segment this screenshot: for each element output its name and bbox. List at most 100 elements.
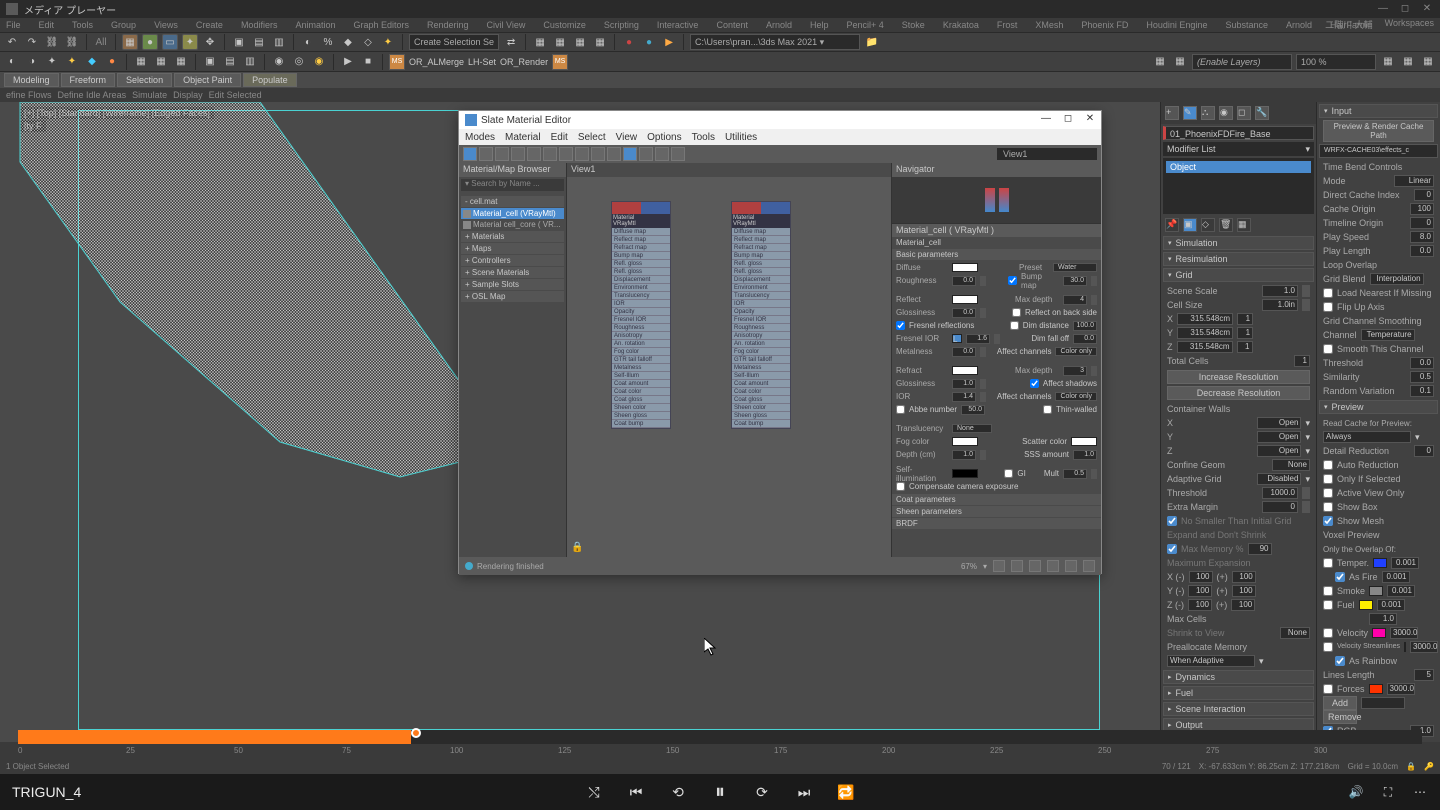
ribbon-tab[interactable]: Freeform (61, 73, 116, 87)
preview-cache-button[interactable]: Preview & Render Cache Path (1323, 120, 1434, 142)
t2a-icon[interactable]: ◐ (4, 54, 20, 70)
stack-show-icon[interactable]: ▣ (1183, 218, 1197, 232)
slate-s4-icon[interactable] (1047, 560, 1059, 572)
t2c-icon[interactable]: ✦ (44, 54, 60, 70)
more-icon[interactable]: ⋯ (1412, 784, 1428, 800)
menu-item[interactable]: Frost (997, 20, 1018, 30)
ribbon-subtab[interactable]: Define Idle Areas (58, 90, 127, 100)
slate-section-coat[interactable]: Coat parameters (892, 494, 1101, 505)
menu-item[interactable]: Create (196, 20, 223, 30)
workspace-user[interactable]: 二階川 大輔 (1325, 18, 1373, 31)
menu-item[interactable]: Rendering (427, 20, 469, 30)
menu-item[interactable]: Customize (543, 20, 586, 30)
slate-t6-icon[interactable] (543, 147, 557, 161)
menu-item[interactable]: Substance (1225, 20, 1268, 30)
layer1-icon[interactable]: ▦ (1152, 54, 1168, 70)
volume-icon[interactable]: 🔊 (1348, 784, 1364, 800)
forward-icon[interactable]: ⟳ (753, 783, 771, 801)
motion-tab-icon[interactable]: ◉ (1219, 106, 1233, 120)
stack-object[interactable]: Object (1166, 161, 1311, 173)
pause-icon[interactable]: ⏸ (711, 783, 729, 801)
slate-menu-item[interactable]: Options (647, 132, 681, 143)
slate-t5-icon[interactable] (527, 147, 541, 161)
snap2-icon[interactable]: ▤ (251, 34, 267, 50)
stack-config-icon[interactable]: ▦ (1237, 218, 1251, 232)
slate-t13-icon[interactable] (655, 147, 669, 161)
fullscreen-icon[interactable]: ⛶ (1380, 784, 1396, 800)
project-path[interactable]: C:\Users\pran...\3ds Max 2021 ▾ (690, 34, 860, 50)
material-node[interactable]: MaterialVRayMtlDiffuse mapReflect mapRef… (731, 201, 791, 429)
rollout-fuel[interactable]: Fuel (1163, 686, 1314, 700)
ribbon-subtab[interactable]: Simulate (132, 90, 167, 100)
rollout-scene-int[interactable]: Scene Interaction (1163, 702, 1314, 716)
t2e-icon[interactable]: ◆ (84, 54, 100, 70)
menu-item[interactable]: XMesh (1035, 20, 1063, 30)
slate-mat-group[interactable]: - cell.mat (461, 196, 564, 207)
t2k-icon[interactable]: ▤ (222, 54, 238, 70)
hierarchy-tab-icon[interactable]: ⛬ (1201, 106, 1215, 120)
select-all-icon[interactable]: All (93, 34, 109, 50)
slate-t4-icon[interactable] (511, 147, 525, 161)
render-setup-icon[interactable]: ● (641, 34, 657, 50)
rb3[interactable]: OR_Render (500, 57, 548, 67)
slate-menu-item[interactable]: Modes (465, 132, 495, 143)
slate-s6-icon[interactable] (1083, 560, 1095, 572)
next-track-icon[interactable]: ⏭ (795, 783, 813, 801)
l1-icon[interactable]: ▦ (1380, 54, 1396, 70)
slate-t14-icon[interactable] (671, 147, 685, 161)
add-button[interactable]: Add (1323, 696, 1357, 710)
status-key-icon[interactable]: 🔑 (1424, 762, 1434, 771)
play-icon[interactable]: ▶ (340, 54, 356, 70)
menu-item[interactable]: Houdini Engine (1146, 20, 1207, 30)
menu-item[interactable]: Arnold (766, 20, 792, 30)
misc3-icon[interactable]: ✦ (380, 34, 396, 50)
slate-section-brdf[interactable]: BRDF (892, 518, 1101, 529)
mat-editor-icon[interactable]: ● (621, 34, 637, 50)
menu-item[interactable]: Phoenix FD (1081, 20, 1128, 30)
layer2-icon[interactable]: ▦ (1172, 54, 1188, 70)
browse-icon[interactable]: 📁 (864, 34, 880, 50)
selection-filter[interactable]: Create Selection Se (409, 34, 499, 50)
render-icon[interactable]: ▶ (661, 34, 677, 50)
slate-section-sheen[interactable]: Sheen parameters (892, 506, 1101, 517)
undo-icon[interactable]: ↶ (4, 34, 20, 50)
rb1[interactable]: OR_ALMerge (409, 57, 464, 67)
layers-dd[interactable]: (Enable Layers) (1192, 54, 1292, 70)
slate-t2-icon[interactable] (479, 147, 493, 161)
slate-search-input[interactable]: ▾ Search by Name ... (461, 179, 564, 191)
ribbon-subtab[interactable]: efine Flows (6, 90, 52, 100)
slate-close-icon[interactable]: ✕ (1083, 113, 1097, 125)
menu-item[interactable]: Group (111, 20, 136, 30)
repeat-icon[interactable]: 🔁 (837, 783, 855, 801)
align-icon[interactable]: ▦ (532, 34, 548, 50)
remove-button[interactable]: Remove (1323, 710, 1357, 724)
utilities-tab-icon[interactable]: 🔧 (1255, 106, 1269, 120)
ribbon-tab[interactable]: Selection (117, 73, 172, 87)
menu-item[interactable]: Pencil+ 4 (847, 20, 884, 30)
percent-snap-icon[interactable]: % (320, 34, 336, 50)
rb2[interactable]: LH-Set (468, 57, 496, 67)
slate-titlebar[interactable]: Slate Material Editor — ◻ ✕ (459, 111, 1101, 129)
slate-select-icon[interactable] (463, 147, 477, 161)
menu-item[interactable]: Civil View (487, 20, 526, 30)
t2o-icon[interactable]: ◉ (311, 54, 327, 70)
prev-track-icon[interactable]: ⏮ (627, 783, 645, 801)
modify-tab-icon[interactable]: ✎ (1183, 106, 1197, 120)
cache-path-field[interactable]: WRFX-CACHE03\effects_c (1319, 144, 1438, 158)
misc-icon[interactable]: ◆ (340, 34, 356, 50)
shuffle-icon[interactable]: ⤭ (585, 783, 603, 801)
time-slider[interactable] (18, 730, 1422, 744)
rewind-icon[interactable]: ⟲ (669, 783, 687, 801)
menu-item[interactable]: Modifiers (241, 20, 278, 30)
stack-remove-icon[interactable]: 🗑 (1219, 218, 1233, 232)
align3-icon[interactable]: ▦ (572, 34, 588, 50)
align4-icon[interactable]: ▦ (592, 34, 608, 50)
slate-mat-item[interactable]: Material_cell (VRayMtl) (461, 208, 564, 219)
t2g-icon[interactable]: ▦ (133, 54, 149, 70)
l3-icon[interactable]: ▦ (1420, 54, 1436, 70)
rollout-dynamics[interactable]: Dynamics (1163, 670, 1314, 684)
menu-item[interactable]: Scripting (604, 20, 639, 30)
menu-item[interactable]: Graph Editors (353, 20, 409, 30)
slate-t3-icon[interactable] (495, 147, 509, 161)
slate-t11-icon[interactable] (623, 147, 637, 161)
